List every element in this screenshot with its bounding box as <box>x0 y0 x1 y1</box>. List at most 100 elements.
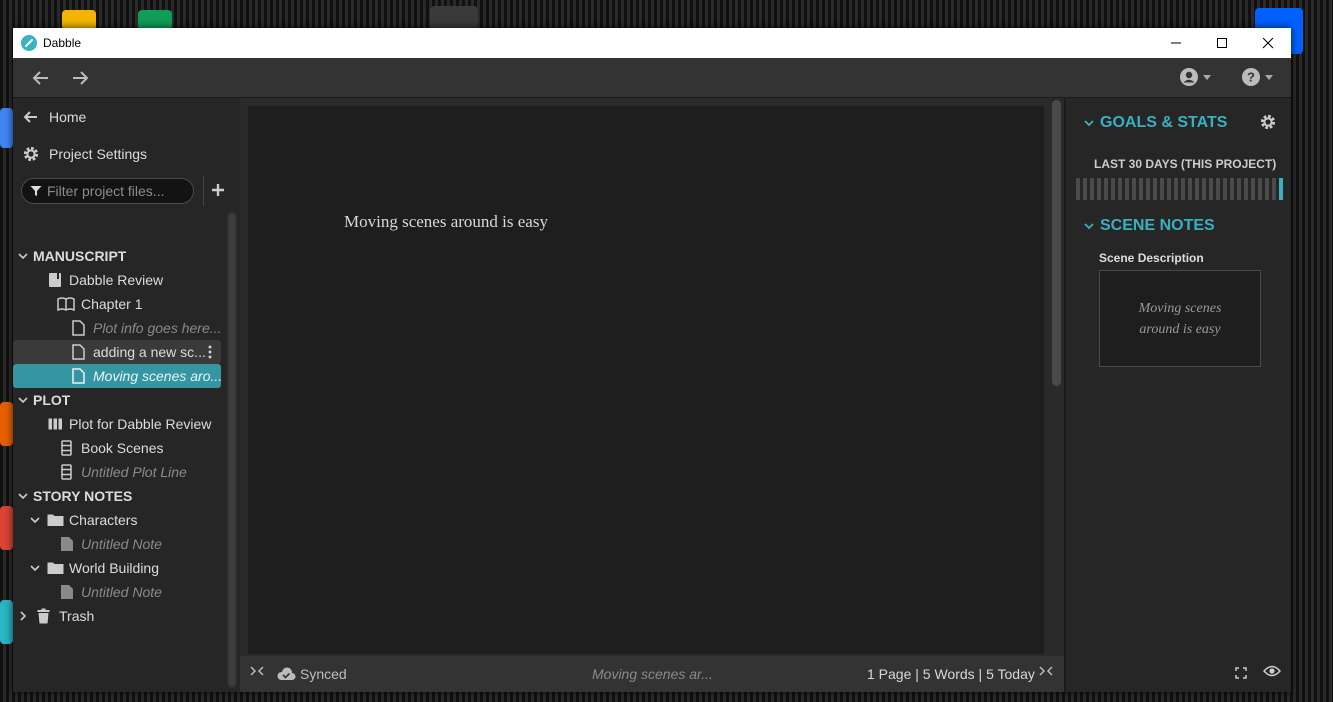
app-toolbar: ? <box>13 58 1291 98</box>
project-settings-link[interactable]: Project Settings <box>22 142 147 166</box>
day-bar-today <box>1279 178 1283 200</box>
word-stats-text: 1 Page | 5 Words | 5 Today <box>867 666 1035 682</box>
document-icon <box>72 344 85 360</box>
manuscript-section-header[interactable]: MANUSCRIPT <box>17 244 126 268</box>
forward-button[interactable] <box>70 68 92 88</box>
filter-icon <box>30 186 42 196</box>
desktop-icon-slides[interactable] <box>62 10 96 30</box>
account-menu-button[interactable] <box>1179 67 1211 87</box>
editor-page[interactable]: Moving scenes around is easy <box>248 106 1044 654</box>
tree-item-plot-line[interactable]: Book Scenes <box>61 436 164 460</box>
desktop-icon-wifi[interactable] <box>430 6 478 30</box>
plot-section-header[interactable]: PLOT <box>17 388 70 412</box>
chevron-down-icon <box>1084 223 1094 230</box>
story-notes-section-header[interactable]: STORY NOTES <box>17 484 132 508</box>
gear-icon <box>23 146 39 162</box>
more-vertical-icon[interactable] <box>208 345 212 359</box>
home-label: Home <box>49 109 87 125</box>
scene-notes-header[interactable]: SCENE NOTES <box>1084 217 1215 235</box>
day-bar <box>1230 178 1234 200</box>
day-bar <box>1160 178 1164 200</box>
day-bar <box>1237 178 1241 200</box>
help-menu-button[interactable]: ? <box>1241 67 1273 87</box>
chevron-down-icon <box>1265 74 1273 80</box>
tree-item-plot-grid[interactable]: Plot for Dabble Review <box>48 412 211 436</box>
manuscript-heading: MANUSCRIPT <box>33 248 127 264</box>
tree-item-scene-selected[interactable]: Moving scenes aro... <box>13 364 222 388</box>
tree-item-folder[interactable]: Characters <box>29 508 137 532</box>
story-notes-heading: STORY NOTES <box>33 488 133 504</box>
arrow-right-icon <box>73 71 89 85</box>
scene-description-field[interactable]: Moving scenes around is easy <box>1099 270 1261 367</box>
collapse-right-button[interactable] <box>1039 665 1053 677</box>
editor-scrollbar[interactable] <box>1052 100 1061 386</box>
book-icon <box>49 273 61 287</box>
day-bar <box>1188 178 1192 200</box>
last-30-days-chart <box>1076 178 1283 200</box>
word-stats[interactable]: 1 Page | 5 Words | 5 Today <box>867 666 1035 682</box>
user-icon <box>1180 68 1198 86</box>
add-file-button[interactable] <box>210 182 226 198</box>
day-bar <box>1097 178 1101 200</box>
scene-label: Plot info goes here... <box>93 320 222 336</box>
title-bar: Dabble <box>13 28 1291 58</box>
desktop-icon-firefox[interactable] <box>0 402 13 446</box>
goals-stats-header[interactable]: GOALS & STATS <box>1084 114 1227 132</box>
day-bar <box>1111 178 1115 200</box>
document-icon <box>72 368 85 384</box>
minimize-button[interactable] <box>1153 28 1199 58</box>
tree-item-book[interactable]: Dabble Review <box>48 268 163 292</box>
filter-divider <box>203 176 204 206</box>
tree-item-folder[interactable]: World Building <box>29 556 159 580</box>
day-bar <box>1258 178 1262 200</box>
help-icon: ? <box>1242 68 1260 86</box>
last-30-days-label: LAST 30 DAYS (THIS PROJECT) <box>1094 157 1277 171</box>
tree-item-scene[interactable]: adding a new sc... <box>13 340 221 364</box>
filter-field[interactable] <box>21 178 194 204</box>
tree-item-plot-line[interactable]: Untitled Plot Line <box>61 460 187 484</box>
trash-icon <box>37 608 50 624</box>
folder-icon <box>47 562 64 574</box>
day-bar <box>1076 178 1080 200</box>
plot-grid-label: Plot for Dabble Review <box>69 416 212 432</box>
goals-settings-button[interactable] <box>1259 113 1277 136</box>
fullscreen-button[interactable] <box>1235 666 1247 684</box>
scene-notes-heading: SCENE NOTES <box>1100 217 1215 234</box>
chevron-down-icon <box>18 397 28 404</box>
tree-item-trash[interactable]: Trash <box>17 604 94 628</box>
minimize-icon <box>1171 42 1181 44</box>
editor-content[interactable]: Moving scenes around is easy <box>344 212 548 232</box>
home-link[interactable]: Home <box>23 105 86 129</box>
collapse-left-button[interactable] <box>250 665 264 677</box>
day-bar <box>1153 178 1157 200</box>
sidebar-scrollbar-thumb[interactable] <box>229 214 235 686</box>
day-bar <box>1125 178 1129 200</box>
close-button[interactable] <box>1245 28 1291 58</box>
filter-input[interactable] <box>47 183 187 199</box>
back-button[interactable] <box>31 68 53 88</box>
window-title: Dabble <box>43 36 82 50</box>
chapter-label: Chapter 1 <box>81 296 143 312</box>
desktop-icon-chrome[interactable] <box>0 506 13 550</box>
maximize-button[interactable] <box>1199 28 1245 58</box>
preview-button[interactable] <box>1262 664 1282 683</box>
editor-area: Moving scenes around is easy Synced Movi… <box>240 98 1064 692</box>
trash-label: Trash <box>59 608 95 624</box>
goals-stats-heading: GOALS & STATS <box>1100 114 1228 131</box>
tree-item-note[interactable]: Untitled Note <box>60 532 162 556</box>
desktop-icon-docs[interactable] <box>0 108 13 148</box>
tree-item-scene[interactable]: Plot info goes here... <box>72 316 221 340</box>
svg-text:?: ? <box>1247 70 1255 85</box>
day-bar <box>1167 178 1171 200</box>
desktop-icon-sheets[interactable] <box>138 10 172 30</box>
arrow-left-icon <box>32 71 48 85</box>
desktop-icon-app[interactable] <box>0 600 13 644</box>
folder-label: Characters <box>69 512 138 528</box>
day-bar <box>1202 178 1206 200</box>
app-window: Dabble ? Home Project Settings Filter pr… <box>13 28 1291 692</box>
dabble-logo-icon <box>21 35 37 51</box>
tree-item-note[interactable]: Untitled Note <box>60 580 162 604</box>
gear-icon <box>1260 114 1276 130</box>
close-icon <box>1262 37 1274 49</box>
tree-item-chapter[interactable]: Chapter 1 <box>57 292 142 316</box>
